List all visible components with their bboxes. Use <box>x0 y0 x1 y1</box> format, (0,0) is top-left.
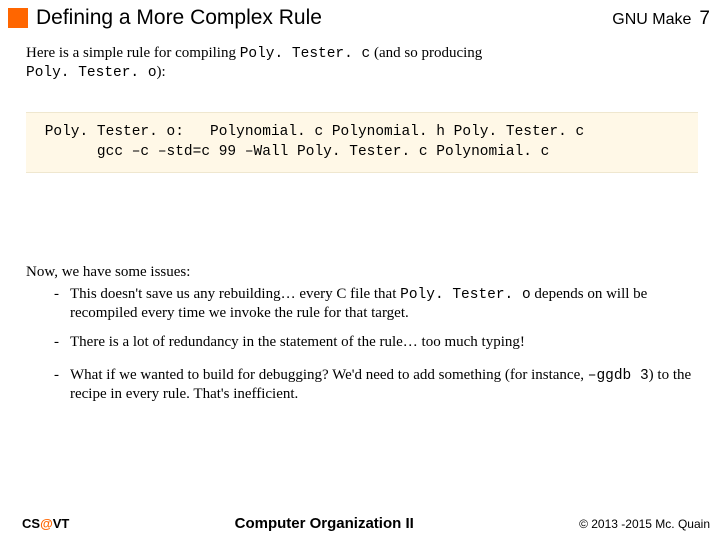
intro-paragraph: Here is a simple rule for compiling Poly… <box>26 44 698 82</box>
intro-text: (and so producing <box>370 45 482 61</box>
footer-at: @ <box>40 516 53 531</box>
intro-text: Here is a simple rule for compiling <box>26 45 240 61</box>
bullet-text-part: This doesn't save us any rebuilding… eve… <box>70 286 400 302</box>
slide-title: Defining a More Complex Rule <box>36 6 612 30</box>
slide-content: Here is a simple rule for compiling Poly… <box>0 34 720 404</box>
bullet-text-part: What if we wanted to build for debugging… <box>70 367 588 383</box>
footer-left: CS@VT <box>22 516 69 531</box>
slide-header: Defining a More Complex Rule GNU Make 7 <box>0 0 720 34</box>
footer-vt: VT <box>53 516 70 531</box>
bullet-item: - What if we wanted to build for debuggi… <box>54 366 698 404</box>
code-inline: Poly. Tester. c <box>240 46 371 62</box>
bullet-dash: - <box>54 366 70 404</box>
bullet-item: - There is a lot of redundancy in the st… <box>54 333 698 352</box>
header-label: GNU Make <box>612 11 691 29</box>
bullet-text: There is a lot of redundancy in the stat… <box>70 333 698 352</box>
slide-footer: CS@VT Computer Organization II © 2013 -2… <box>0 515 720 532</box>
bullet-text: What if we wanted to build for debugging… <box>70 366 698 404</box>
bullet-item: - This doesn't save us any rebuilding… e… <box>54 285 698 323</box>
code-block: Poly. Tester. o: Polynomial. c Polynomia… <box>26 112 698 173</box>
page-number: 7 <box>699 8 710 30</box>
code-inline: Poly. Tester. o <box>400 287 531 303</box>
footer-center: Computer Organization II <box>69 515 579 532</box>
bullet-text: This doesn't save us any rebuilding… eve… <box>70 285 698 323</box>
footer-copyright: © 2013 -2015 Mc. Quain <box>579 517 710 531</box>
bullet-dash: - <box>54 285 70 323</box>
header-right: GNU Make 7 <box>612 8 710 30</box>
footer-cs: CS <box>22 516 40 531</box>
code-inline: Poly. Tester. o <box>26 65 157 81</box>
intro-text: ): <box>157 64 166 80</box>
orange-square-icon <box>8 8 28 28</box>
issues-lead: Now, we have some issues: <box>26 263 698 282</box>
bullet-dash: - <box>54 333 70 352</box>
code-inline: –ggdb 3 <box>588 368 649 384</box>
